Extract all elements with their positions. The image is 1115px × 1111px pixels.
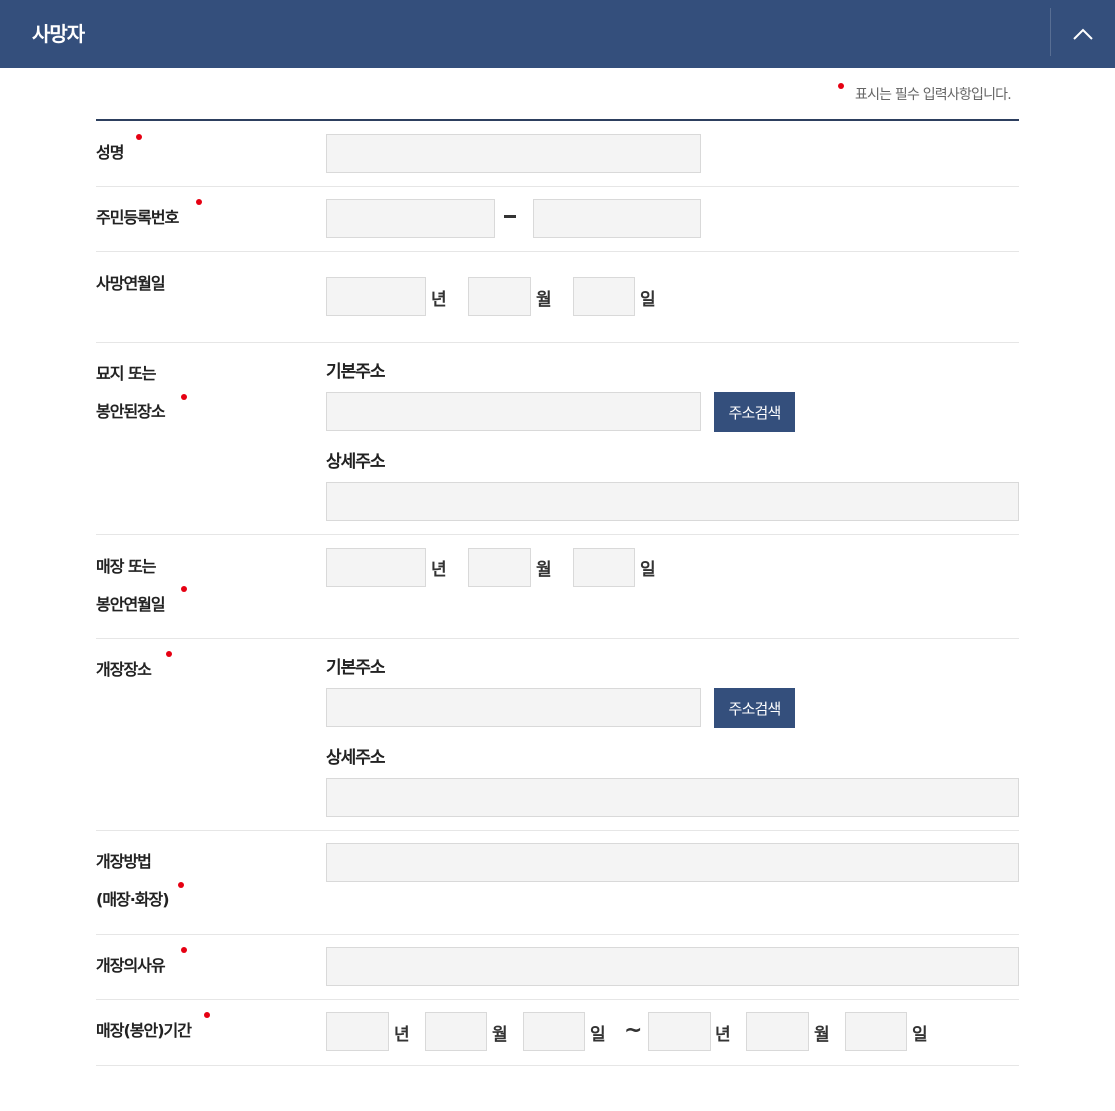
row-divider <box>96 830 1019 831</box>
section-title: 사망자 <box>32 22 85 46</box>
basic-address-label: 기본주소 <box>326 658 386 678</box>
burial-basic-address-input[interactable] <box>326 392 701 431</box>
unit-day: 일 <box>640 290 656 310</box>
unit-year: 년 <box>431 290 447 310</box>
reburial-detail-address-input[interactable] <box>326 778 1019 817</box>
row-divider <box>96 934 1019 935</box>
row-divider <box>96 534 1019 535</box>
period-start-day-input[interactable] <box>523 1012 585 1051</box>
row-divider <box>96 999 1019 1000</box>
unit-month: 월 <box>536 560 552 580</box>
row-divider <box>96 1065 1019 1066</box>
rrn-dash <box>504 215 516 218</box>
label-name-text: 성명 <box>96 143 124 162</box>
required-dot <box>181 394 187 400</box>
detail-address-label: 상세주소 <box>326 748 386 768</box>
required-dot <box>181 586 187 592</box>
required-dot <box>181 947 187 953</box>
label-reburial-place: 개장장소 <box>96 651 172 689</box>
label-burial-date-line1: 매장 또는 <box>96 557 156 576</box>
death-year-input[interactable] <box>326 277 426 316</box>
label-burial-period-text: 매장(봉안)기간 <box>96 1021 192 1040</box>
row-divider <box>96 251 1019 252</box>
required-dot <box>178 882 184 888</box>
label-rrn-text: 주민등록번호 <box>96 208 179 227</box>
section-header: 사망자 <box>0 0 1115 68</box>
label-burial-place-line2: 봉안된장소 <box>96 402 166 421</box>
label-rrn: 주민등록번호 <box>96 199 202 237</box>
label-reburial-method-line1: 개장방법 <box>96 852 152 871</box>
period-end-month-input[interactable] <box>746 1012 809 1051</box>
label-name: 성명 <box>96 134 142 172</box>
death-month-input[interactable] <box>468 277 531 316</box>
collapse-button[interactable] <box>1051 0 1115 68</box>
death-day-input[interactable] <box>573 277 635 316</box>
period-end-day-input[interactable] <box>845 1012 907 1051</box>
label-reburial-method-line2: (매장·화장) <box>96 890 170 909</box>
reburial-address-search-button[interactable]: 주소검색 <box>714 688 795 728</box>
required-dot <box>196 199 202 205</box>
rrn-back-input[interactable] <box>533 199 701 238</box>
unit-year: 년 <box>715 1025 731 1045</box>
required-note-text: 표시는 필수 입력사항입니다. <box>855 87 1012 103</box>
label-burial-place-line1: 묘지 또는 <box>96 364 156 383</box>
label-reburial-place-text: 개장장소 <box>96 660 152 679</box>
label-death-date: 사망연월일 <box>96 265 166 303</box>
name-input[interactable] <box>326 134 701 173</box>
burial-month-input[interactable] <box>468 548 531 587</box>
unit-month: 월 <box>536 290 552 310</box>
reburial-basic-address-input[interactable] <box>326 688 701 727</box>
detail-address-label: 상세주소 <box>326 452 386 472</box>
basic-address-label: 기본주소 <box>326 362 386 382</box>
label-reburial-reason-text: 개장의사유 <box>96 956 166 975</box>
period-start-month-input[interactable] <box>425 1012 487 1051</box>
period-end-year-input[interactable] <box>648 1012 711 1051</box>
reburial-method-input[interactable] <box>326 843 1019 882</box>
unit-month: 월 <box>814 1025 830 1045</box>
period-start-year-input[interactable] <box>326 1012 389 1051</box>
unit-month: 월 <box>492 1025 508 1045</box>
burial-day-input[interactable] <box>573 548 635 587</box>
label-burial-period: 매장(봉안)기간 <box>96 1012 210 1050</box>
label-burial-date: 매장 또는 봉안연월일 <box>96 548 187 624</box>
required-dot <box>166 651 172 657</box>
required-dot <box>136 134 142 140</box>
row-divider <box>96 186 1019 187</box>
unit-day: 일 <box>590 1025 606 1045</box>
unit-day: 일 <box>640 560 656 580</box>
burial-address-search-button[interactable]: 주소검색 <box>714 392 795 432</box>
burial-year-input[interactable] <box>326 548 426 587</box>
label-reburial-reason: 개장의사유 <box>96 947 187 985</box>
row-divider <box>96 638 1019 639</box>
row-divider <box>96 342 1019 343</box>
label-reburial-method: 개장방법 (매장·화장) <box>96 843 184 919</box>
unit-year: 년 <box>431 560 447 580</box>
unit-year: 년 <box>394 1025 410 1045</box>
rrn-front-input[interactable] <box>326 199 495 238</box>
label-burial-date-line2: 봉안연월일 <box>96 595 166 614</box>
range-separator: ~ <box>624 1018 643 1043</box>
unit-day: 일 <box>912 1025 928 1045</box>
label-death-date-text: 사망연월일 <box>96 274 166 293</box>
reburial-reason-input[interactable] <box>326 947 1019 986</box>
chevron-up-icon <box>1073 28 1093 40</box>
required-dot <box>204 1012 210 1018</box>
form-top-border <box>96 119 1019 121</box>
label-burial-place: 묘지 또는 봉안된장소 <box>96 355 187 431</box>
required-dot <box>838 83 844 89</box>
burial-detail-address-input[interactable] <box>326 482 1019 521</box>
